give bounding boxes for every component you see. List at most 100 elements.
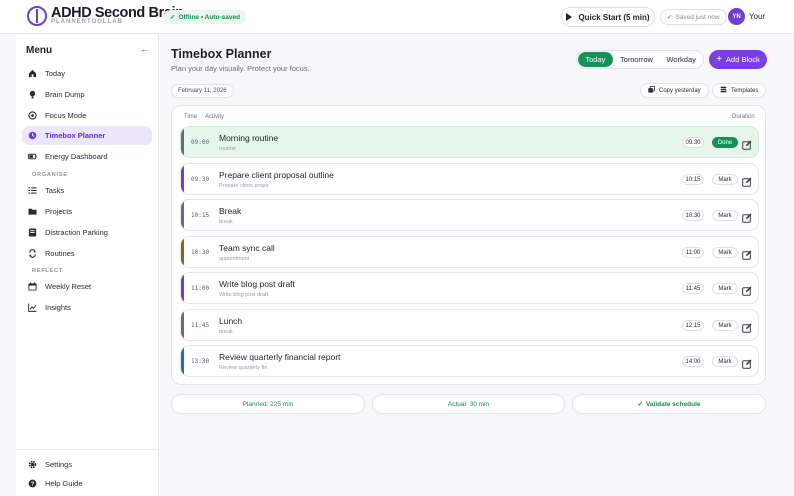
block-end-time[interactable]: 10:30	[682, 210, 704, 221]
avatar[interactable]: YN	[728, 8, 745, 25]
block-type: Write blog post draft	[219, 292, 269, 298]
block-start-time: 11:00	[191, 285, 210, 292]
block-end-time[interactable]: 11:45	[682, 283, 704, 294]
validate-schedule-button[interactable]: ✓ Validate schedule	[572, 394, 766, 414]
edit-icon[interactable]	[742, 356, 752, 369]
stack-icon	[720, 86, 727, 95]
done-badge[interactable]: Done	[712, 137, 738, 148]
time-block-row[interactable]: 10:15 Break break 10:30 Mark	[180, 199, 759, 231]
block-color-bar	[181, 237, 184, 267]
block-end-time[interactable]: 14:00	[682, 356, 704, 367]
block-start-time: 13:30	[191, 358, 210, 365]
tab-tomorrow[interactable]: Tomorrow	[615, 52, 659, 67]
quick-start-label: Quick Start (5 min)	[578, 12, 650, 22]
sidebar-item-label: Routines	[45, 249, 75, 258]
mark-button[interactable]: Mark	[712, 283, 738, 294]
time-block-row[interactable]: 10:30 Team sync call appointment 11:00 M…	[180, 236, 759, 268]
status-text: Offline • Auto-saved	[178, 13, 241, 21]
sidebar-item-distraction-parking[interactable]: Distraction Parking	[22, 223, 152, 242]
sidebar-item-label: Today	[45, 69, 66, 78]
sidebar-item-insights[interactable]: Insights	[22, 298, 152, 317]
menu-title: Menu	[26, 45, 53, 56]
mark-button[interactable]: Mark	[712, 247, 738, 258]
offline-status-badge: ✓ Offline • Auto-saved	[164, 10, 247, 24]
bulb-icon	[28, 90, 37, 99]
sidebar-item-help-guide[interactable]: ? Help Guide	[22, 474, 152, 493]
sidebar-item-today[interactable]: Today	[22, 64, 152, 83]
home-icon	[28, 69, 37, 78]
time-block-row[interactable]: 11:45 Lunch break 12:15 Mark	[180, 309, 759, 341]
copy-yesterday-label: Copy yesterday	[659, 87, 701, 94]
edit-icon[interactable]	[742, 320, 752, 333]
quick-start-button[interactable]: Quick Start (5 min)	[561, 7, 655, 27]
sidebar-item-energy-dashboard[interactable]: Energy Dashboard	[22, 147, 152, 166]
copy-icon	[648, 85, 656, 95]
tab-today[interactable]: Today	[578, 52, 613, 67]
parking-icon	[28, 228, 37, 237]
collapse-sidebar-icon[interactable]: ←	[140, 44, 149, 54]
user-label[interactable]: Your	[749, 12, 765, 21]
saved-status-badge: ✓ Saved just now	[660, 9, 727, 25]
block-end-time[interactable]: 10:15	[682, 174, 704, 185]
edit-icon[interactable]	[742, 283, 752, 296]
calendar-icon	[28, 282, 37, 291]
edit-icon[interactable]	[742, 137, 752, 150]
sidebar-item-brain-dump[interactable]: Brain Dump	[22, 85, 152, 104]
plus-icon: +	[716, 53, 723, 65]
time-block-row[interactable]: 09:30 Prepare client proposal outline Pr…	[180, 163, 759, 195]
repeat-icon	[28, 249, 37, 258]
folder-icon	[28, 207, 37, 216]
section-label-reflect: REFLECT	[32, 268, 63, 274]
block-end-time[interactable]: 09:30	[682, 137, 704, 148]
time-block-row[interactable]: 13:30 Review quarterly financial report …	[180, 345, 759, 377]
block-start-time: 11:45	[191, 322, 210, 329]
top-bar: ADHD Second Brain PLANNERTOOLLAB ✓ Offli…	[0, 0, 794, 34]
timebox-card: Time Activity Duration 09:00 Morning rou…	[171, 105, 766, 385]
column-header-duration: Duration	[732, 114, 755, 120]
sidebar-item-routines[interactable]: Routines	[22, 244, 152, 263]
block-title: Team sync call	[219, 243, 275, 253]
block-end-time[interactable]: 12:15	[682, 320, 704, 331]
add-block-button[interactable]: + Add Block	[709, 50, 767, 69]
mark-button[interactable]: Mark	[712, 174, 738, 185]
sidebar-item-weekly-reset[interactable]: Weekly Reset	[22, 277, 152, 296]
gear-icon	[28, 460, 37, 469]
sidebar-item-timebox-planner[interactable]: Timebox Planner	[22, 126, 152, 145]
copy-yesterday-button[interactable]: Copy yesterday	[640, 83, 709, 98]
edit-icon[interactable]	[742, 210, 752, 223]
sidebar-item-tasks[interactable]: Tasks	[22, 181, 152, 200]
tab-workday[interactable]: Workday	[660, 52, 702, 67]
block-color-bar	[181, 127, 184, 157]
mark-button[interactable]: Mark	[712, 320, 738, 331]
sidebar-item-settings[interactable]: Settings	[22, 455, 152, 474]
block-end-time[interactable]: 11:00	[682, 247, 704, 258]
page-subtitle: Plan your day visually. Protect your foc…	[171, 64, 310, 73]
sidebar-item-focus-mode[interactable]: Focus Mode	[22, 106, 152, 125]
saved-text: Saved just now	[675, 13, 720, 21]
sidebar-item-label: Timebox Planner	[45, 131, 106, 140]
mark-button[interactable]: Mark	[712, 356, 738, 367]
block-color-bar	[181, 200, 184, 230]
templates-button[interactable]: Templates	[712, 83, 767, 98]
block-title: Review quarterly financial report	[219, 352, 341, 362]
block-title: Prepare client proposal outline	[219, 170, 334, 180]
svg-text:?: ?	[31, 482, 35, 488]
block-color-bar	[181, 346, 184, 376]
clock-icon	[28, 131, 37, 140]
date-badge[interactable]: February 11, 2026	[171, 84, 234, 98]
edit-icon[interactable]	[742, 174, 752, 187]
block-type: routine	[219, 146, 236, 152]
edit-icon[interactable]	[742, 247, 752, 260]
help-icon: ?	[28, 479, 37, 488]
sidebar-item-label: Energy Dashboard	[45, 152, 108, 161]
templates-label: Templates	[731, 87, 759, 94]
time-block-row[interactable]: 11:00 Write blog post draft Write blog p…	[180, 272, 759, 304]
logo-icon	[27, 6, 47, 26]
block-title: Lunch	[219, 316, 243, 326]
sidebar-item-label: Insights	[45, 303, 71, 312]
time-block-row[interactable]: 09:00 Morning routine routine 09:30 Done	[180, 126, 759, 158]
planned-summary: Planned: 225 min	[171, 394, 365, 414]
block-start-time: 09:00	[191, 139, 210, 146]
sidebar-item-projects[interactable]: Projects	[22, 202, 152, 221]
mark-button[interactable]: Mark	[712, 210, 738, 221]
